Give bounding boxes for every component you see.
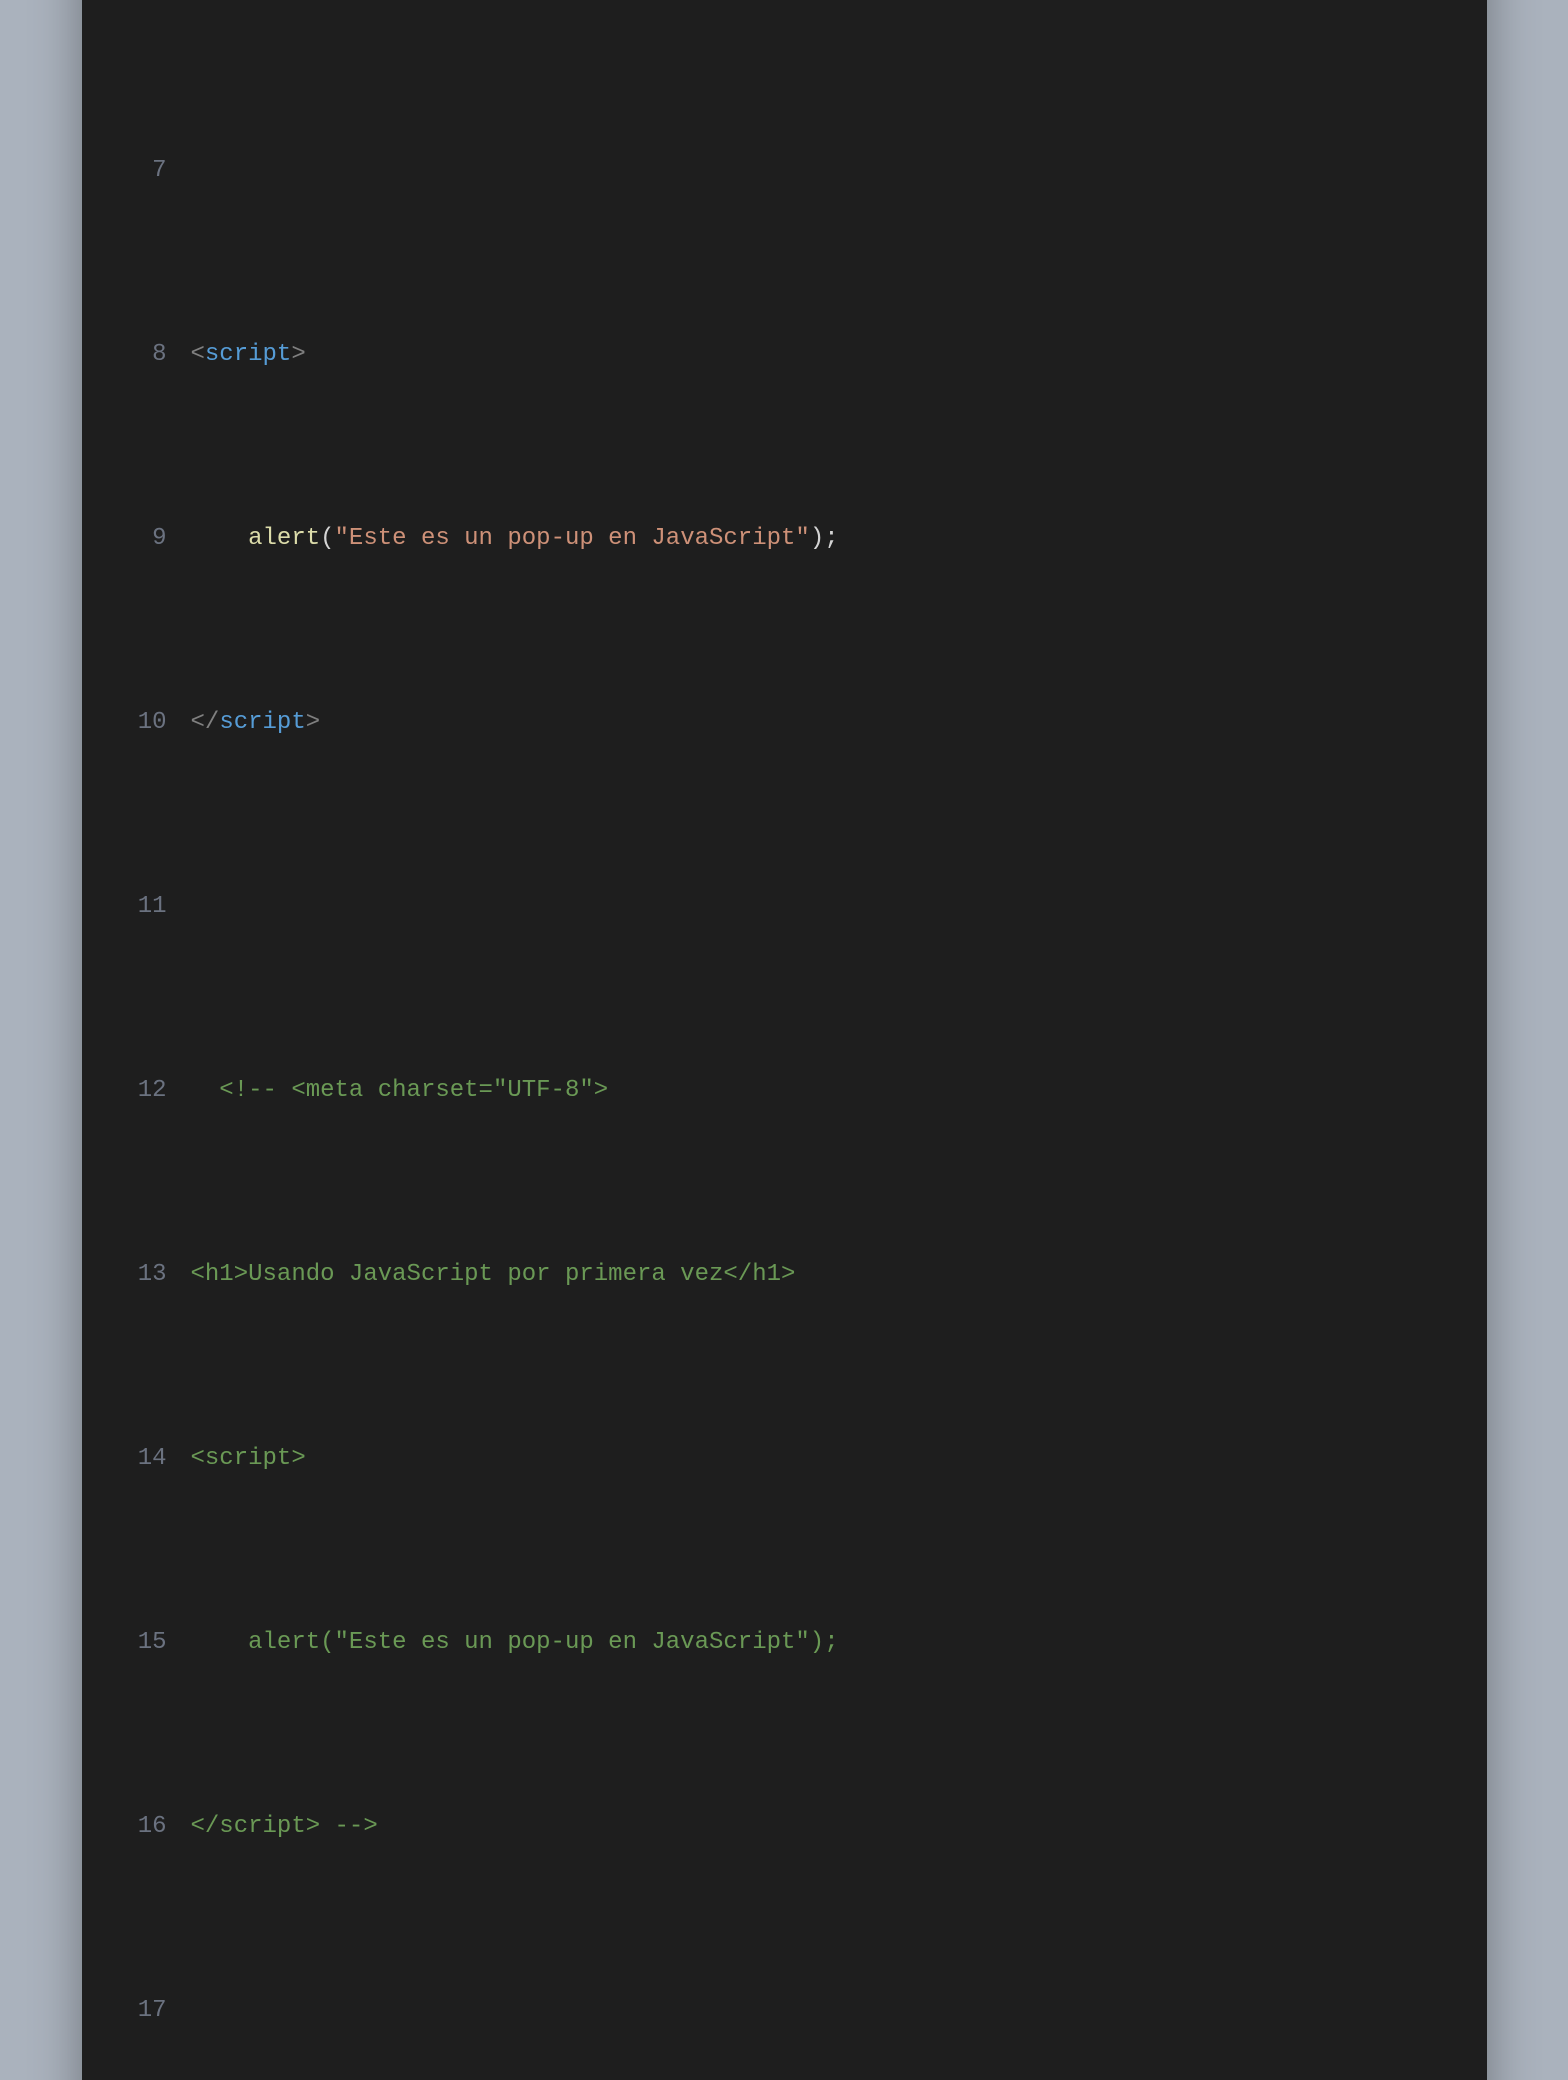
- line-number: 17: [117, 1988, 167, 2034]
- code-line: 6<h3>descubre <a href="https://www.oracl…: [117, 0, 1452, 10]
- line-number: 13: [117, 1252, 167, 1298]
- code-line: 17: [117, 1988, 1452, 2034]
- code-line: 11: [117, 884, 1452, 930]
- code-line: 9 alert("Este es un pop-up en JavaScript…: [117, 516, 1452, 562]
- code-line: 13<h1>Usando JavaScript por primera vez<…: [117, 1252, 1452, 1298]
- code-line: 15 alert("Este es un pop-up en JavaScrip…: [117, 1620, 1452, 1666]
- code-line: 12 <!-- <meta charset="UTF-8">: [117, 1068, 1452, 1114]
- code-line: 10</script>: [117, 700, 1452, 746]
- line-number: 6: [117, 0, 167, 10]
- line-number: 15: [117, 1620, 167, 1666]
- code-line: 7: [117, 148, 1452, 194]
- line-number: 10: [117, 700, 167, 746]
- line-number: 11: [117, 884, 167, 930]
- code-window: 1<h1>mi primer programa</h1> 2<br> 3<br>…: [82, 0, 1487, 2080]
- code-line: 8<script>: [117, 332, 1452, 378]
- line-number: 16: [117, 1804, 167, 1850]
- code-line: 14<script>: [117, 1436, 1452, 1482]
- line-number: 12: [117, 1068, 167, 1114]
- line-number: 8: [117, 332, 167, 378]
- line-number: 9: [117, 516, 167, 562]
- code-editor[interactable]: 1<h1>mi primer programa</h1> 2<br> 3<br>…: [117, 0, 1452, 2080]
- line-number: 7: [117, 148, 167, 194]
- line-number: 14: [117, 1436, 167, 1482]
- code-line: 16</script> -->: [117, 1804, 1452, 1850]
